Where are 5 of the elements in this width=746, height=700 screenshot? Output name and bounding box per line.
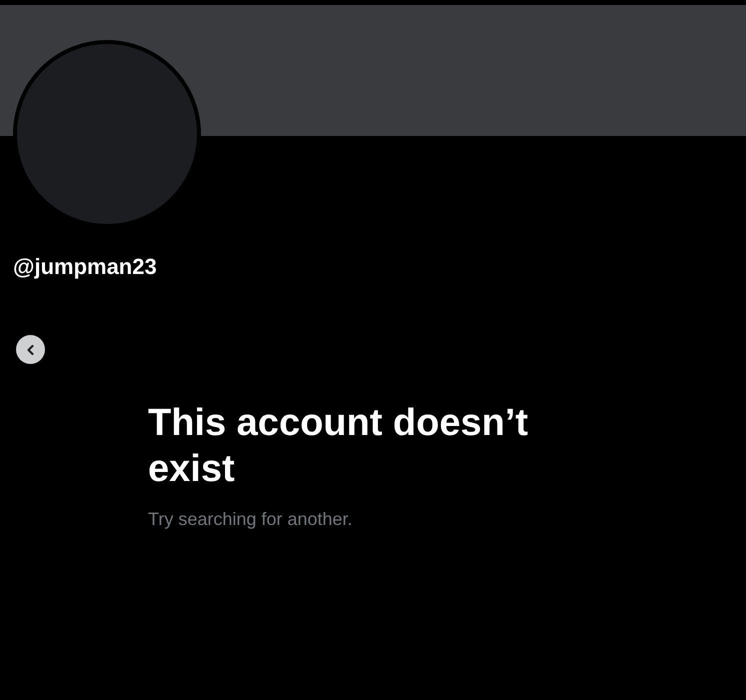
username-handle: @jumpman23 [13, 254, 157, 279]
error-subtitle: Try searching for another. [148, 508, 354, 531]
back-button[interactable] [16, 335, 45, 364]
error-title: This account doesn’t exist [148, 401, 530, 492]
chevron-left-icon [24, 344, 36, 356]
